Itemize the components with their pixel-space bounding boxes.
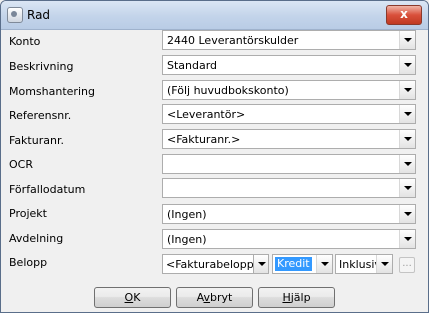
chevron-down-icon xyxy=(404,38,412,42)
chevron-down-icon xyxy=(404,63,412,67)
chevron-down-icon xyxy=(404,137,412,141)
referensnr-label: Referensnr. xyxy=(9,109,72,122)
help-button[interactable]: Hjälp xyxy=(258,287,335,308)
forfallodatum-label: Förfallodatum xyxy=(9,183,86,196)
chevron-down-icon xyxy=(404,237,412,241)
ocr-dropdown[interactable] xyxy=(162,154,416,174)
avdelning-label: Avdelning xyxy=(9,232,64,245)
konto-value: 2440 Leverantörskulder xyxy=(167,34,299,47)
chevron-down-icon xyxy=(404,112,412,116)
belopp-ellipsis-button[interactable]: ... xyxy=(399,257,415,273)
cancel-button[interactable]: Avbryt xyxy=(176,287,253,308)
beskrivning-label: Beskrivning xyxy=(9,60,74,73)
chevron-down-icon xyxy=(258,262,266,266)
momshantering-value: (Följ huvudbokskonto) xyxy=(167,84,289,97)
projekt-value: (Ingen) xyxy=(167,208,207,221)
konto-dropdown[interactable]: 2440 Leverantörskulder xyxy=(162,30,416,50)
belopp-tax-dropdown-button[interactable] xyxy=(376,255,392,273)
belopp-amount-dropdown-button[interactable] xyxy=(253,254,269,274)
beskrivning-dropdown[interactable]: Standard xyxy=(162,55,416,75)
avdelning-dropdown-button[interactable] xyxy=(399,230,415,248)
chevron-down-icon xyxy=(404,186,412,190)
belopp-side-dropdown[interactable]: Kredit xyxy=(272,254,333,274)
belopp-label: Belopp xyxy=(9,256,48,269)
chevron-down-icon xyxy=(381,262,389,266)
belopp-side-value: Kredit xyxy=(275,257,312,271)
chevron-down-icon xyxy=(321,262,329,266)
help-button-label: jälp xyxy=(290,291,311,304)
beskrivning-value: Standard xyxy=(167,59,218,72)
chevron-down-icon xyxy=(404,212,412,216)
ok-button-label: K xyxy=(133,291,141,304)
close-icon: x xyxy=(400,7,408,21)
dialog-window: Rad x Konto 2440 Leverantörskulder Beskr… xyxy=(0,0,429,313)
projekt-dropdown-button[interactable] xyxy=(399,205,415,223)
referensnr-dropdown[interactable]: <Leverantör> xyxy=(162,104,416,124)
momshantering-dropdown[interactable]: (Följ huvudbokskonto) xyxy=(162,80,416,100)
fakturanr-dropdown[interactable]: <Fakturanr.> xyxy=(162,129,416,149)
forfallodatum-dropdown-button[interactable] xyxy=(399,179,415,197)
fakturanr-dropdown-button[interactable] xyxy=(399,130,415,148)
fakturanr-label: Fakturanr. xyxy=(9,134,64,147)
title-bar[interactable]: Rad x xyxy=(1,1,428,30)
chevron-down-icon xyxy=(404,88,412,92)
belopp-amount-value: <Fakturabelopp> xyxy=(166,258,263,271)
avdelning-value: (Ingen) xyxy=(167,233,207,246)
ok-button[interactable]: OK xyxy=(94,287,171,308)
ocr-dropdown-button[interactable] xyxy=(399,155,415,173)
referensnr-value: <Leverantör> xyxy=(167,108,246,121)
app-icon xyxy=(7,7,23,23)
projekt-label: Projekt xyxy=(9,207,47,220)
help-button-mnemonic: H xyxy=(282,291,291,304)
ocr-label: OCR xyxy=(9,158,33,171)
beskrivning-dropdown-button[interactable] xyxy=(399,56,415,74)
window-title: Rad xyxy=(27,8,51,22)
cancel-button-label-end: bryt xyxy=(210,291,233,304)
close-button[interactable]: x xyxy=(386,5,422,25)
belopp-side-dropdown-button[interactable] xyxy=(316,255,332,273)
momshantering-dropdown-button[interactable] xyxy=(399,81,415,99)
avdelning-dropdown[interactable]: (Ingen) xyxy=(162,229,416,249)
ok-button-mnemonic: O xyxy=(124,291,134,304)
chevron-down-icon xyxy=(404,162,412,166)
konto-label: Konto xyxy=(9,35,41,48)
fakturanr-value: <Fakturanr.> xyxy=(167,133,241,146)
projekt-dropdown[interactable]: (Ingen) xyxy=(162,204,416,224)
referensnr-dropdown-button[interactable] xyxy=(399,105,415,123)
cancel-button-label-start: A xyxy=(196,291,204,304)
belopp-tax-dropdown[interactable]: Inklusive xyxy=(335,254,393,274)
momshantering-label: Momshantering xyxy=(9,85,95,98)
konto-dropdown-button[interactable] xyxy=(399,31,415,49)
forfallodatum-dropdown[interactable] xyxy=(162,178,416,198)
